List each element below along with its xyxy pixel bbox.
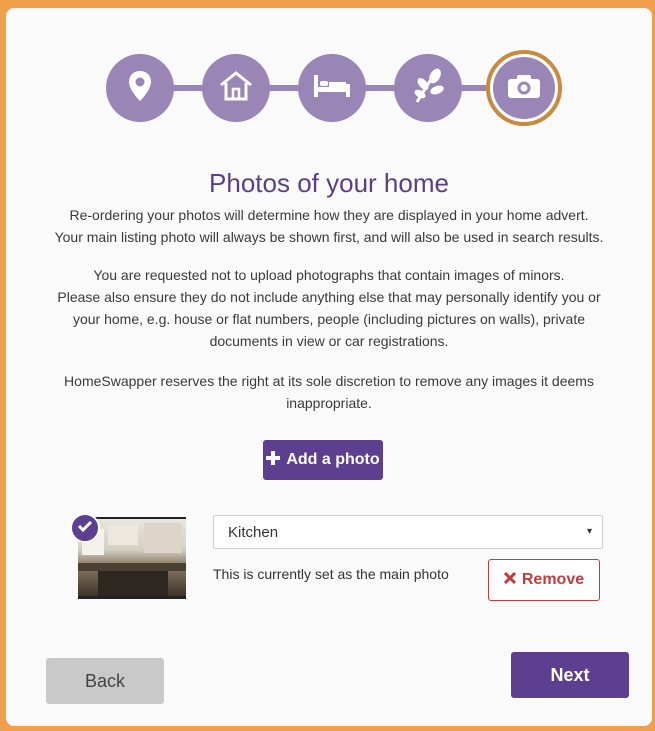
room-select-value: Kitchen xyxy=(228,524,279,541)
privacy-info: You are requested not to upload photogra… xyxy=(26,264,632,352)
add-photo-button[interactable]: Add a photo xyxy=(263,440,383,480)
step-photos-inner xyxy=(493,57,555,119)
camera-icon xyxy=(506,72,542,105)
reorder-info-line: Re-ordering your photos will determine h… xyxy=(69,207,589,223)
plus-icon xyxy=(266,450,281,470)
reorder-info: Re-ordering your photos will determine h… xyxy=(26,204,632,248)
rights-info-line: inappropriate. xyxy=(286,395,372,411)
privacy-info-line: Please also ensure they do not include a… xyxy=(57,289,601,305)
reorder-info-line: Your main listing photo will always be s… xyxy=(54,229,604,245)
remove-photo-button[interactable]: Remove xyxy=(488,559,600,601)
leaf-icon xyxy=(411,68,445,109)
chevron-down-icon: ▾ xyxy=(586,526,592,537)
page-title: Photos of your home xyxy=(209,168,449,198)
location-pin-icon xyxy=(127,69,153,108)
rights-info-line: HomeSwapper reserves the right at its so… xyxy=(64,373,594,389)
next-button[interactable]: Next xyxy=(511,652,629,698)
bed-icon xyxy=(311,72,353,105)
step-photos[interactable] xyxy=(486,50,562,126)
x-icon xyxy=(503,571,516,589)
privacy-info-line: your home, e.g. house or flat numbers, p… xyxy=(72,311,586,327)
remove-label: Remove xyxy=(521,571,585,588)
step-home[interactable] xyxy=(202,54,270,122)
house-icon xyxy=(218,70,254,107)
form-card: Photos of your home Re-ordering your pho… xyxy=(6,8,652,726)
step-location[interactable] xyxy=(106,54,174,122)
main-photo-badge xyxy=(70,513,100,543)
step-garden[interactable] xyxy=(394,54,462,122)
progress-stepper xyxy=(6,48,652,126)
privacy-info-line: You are requested not to upload photogra… xyxy=(93,267,565,283)
back-button[interactable]: Back xyxy=(46,658,164,704)
step-bedroom[interactable] xyxy=(298,54,366,122)
checkmark-icon xyxy=(77,519,93,538)
add-photo-label: Add a photo xyxy=(286,451,380,468)
privacy-info-line: documents in view or car registrations. xyxy=(209,333,449,349)
rights-info: HomeSwapper reserves the right at its so… xyxy=(26,370,632,414)
main-photo-note: This is currently set as the main photo xyxy=(213,566,449,582)
room-select[interactable]: Kitchen ▾ xyxy=(213,515,603,549)
